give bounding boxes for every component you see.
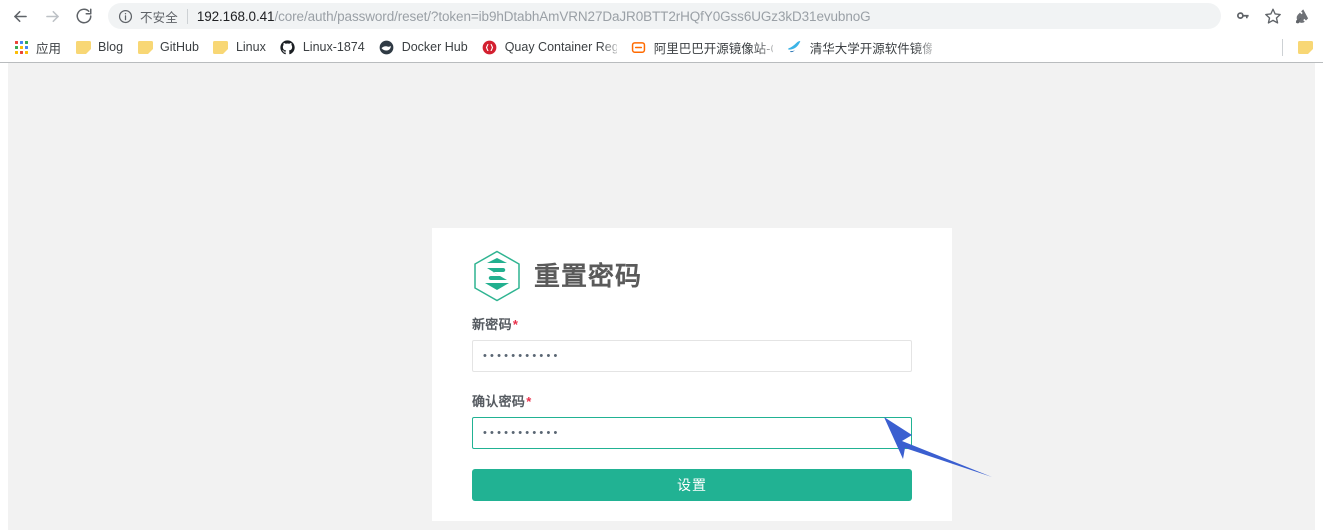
bookmark-label: 应用	[36, 41, 62, 56]
bookmark-linux-folder[interactable]: Linux	[206, 35, 273, 59]
new-password-input[interactable]: •••••••••••	[472, 340, 912, 372]
confirm-password-input[interactable]: •••••••••••	[472, 417, 912, 449]
bookmark-aliyun-mirror[interactable]: 阿里巴巴开源镜像站-OPSX镜像站	[624, 35, 780, 59]
bookmarks-overflow-folder[interactable]	[1291, 35, 1319, 59]
bookmark-star-icon[interactable]	[1259, 2, 1287, 30]
bookmark-label: Docker Hub	[401, 40, 468, 54]
omnibox-divider	[186, 8, 188, 24]
new-password-masked-value: •••••••••••	[483, 349, 561, 362]
bookmark-tuna-mirror[interactable]: 清华大学开源软件镜像站	[780, 35, 939, 59]
extension-satellite-icon[interactable]	[1289, 2, 1317, 30]
bookmark-linux-1874[interactable]: Linux-1874	[273, 35, 372, 59]
bookmark-label: 清华大学开源软件镜像站	[809, 41, 932, 56]
url-text[interactable]: 192.168.0.41/core/auth/password/reset/?t…	[197, 9, 1211, 24]
bookmark-github-folder[interactable]: GitHub	[130, 35, 206, 59]
info-circle-icon[interactable]	[118, 9, 133, 24]
fit2cloud-hexagon-logo-icon	[472, 250, 522, 302]
aliyun-icon	[631, 39, 647, 55]
required-asterisk: *	[512, 317, 519, 332]
arrow-right-icon	[43, 7, 62, 26]
confirm-password-masked-value: •••••••••••	[483, 426, 561, 439]
bookmark-apps[interactable]: 应用	[6, 35, 68, 59]
new-password-label: 新密码*	[472, 314, 912, 333]
bookmarks-divider	[1282, 38, 1283, 56]
back-button[interactable]	[6, 2, 34, 30]
folder-icon	[75, 39, 91, 55]
browser-chrome: 不安全 192.168.0.41/core/auth/password/rese…	[0, 0, 1323, 62]
required-asterisk: *	[526, 394, 532, 409]
toolbar-right-actions	[1227, 2, 1317, 30]
card-header: 重置密码	[472, 250, 932, 302]
field-group-new-password: 新密码* •••••••••••	[472, 314, 912, 372]
confirm-password-label-text: 确认密码	[472, 394, 526, 409]
browser-toolbar: 不安全 192.168.0.41/core/auth/password/rese…	[0, 0, 1323, 32]
folder-icon	[137, 39, 153, 55]
bookmarks-bar: 应用 Blog GitHub Linux Linux-1874 Docker H…	[0, 32, 1323, 62]
folder-icon	[213, 39, 229, 55]
arrow-left-icon	[11, 7, 30, 26]
docker-icon	[379, 39, 395, 55]
submit-button[interactable]: 设置	[472, 469, 912, 501]
quay-icon	[482, 39, 498, 55]
page-title: 重置密码	[534, 261, 643, 291]
omnibox[interactable]: 不安全 192.168.0.41/core/auth/password/rese…	[108, 3, 1221, 29]
bookmark-blog[interactable]: Blog	[68, 35, 130, 59]
security-status-label: 不安全	[140, 10, 178, 25]
bookmark-label: Blog	[98, 40, 124, 54]
bookmark-label: Linux-1874	[302, 40, 365, 54]
reload-button[interactable]	[70, 2, 98, 30]
url-path: /core/auth/password/reset/?token=ib9hDta…	[274, 8, 871, 24]
field-spacer	[452, 372, 932, 391]
confirm-password-label: 确认密码*	[472, 391, 912, 410]
password-key-icon[interactable]	[1229, 2, 1257, 30]
bookmark-quay-container-registry[interactable]: Quay Container Registry	[475, 35, 624, 59]
bookmark-label: GitHub	[160, 40, 199, 54]
new-password-label-text: 新密码	[472, 317, 512, 332]
reset-password-card: 重置密码 新密码* ••••••••••• 确认密码* ••••••••••• …	[432, 228, 952, 521]
folder-icon	[1297, 39, 1313, 55]
forward-button[interactable]	[38, 2, 66, 30]
tuna-icon	[787, 39, 803, 55]
bookmark-label: Quay Container Registry	[504, 40, 617, 54]
page-viewport: 重置密码 新密码* ••••••••••• 确认密码* ••••••••••• …	[0, 62, 1323, 530]
bookmark-label: 阿里巴巴开源镜像站-OPSX镜像站	[653, 41, 773, 56]
reload-icon	[75, 7, 93, 25]
github-icon	[280, 39, 296, 55]
bookmark-label: Linux	[235, 40, 266, 54]
bookmark-docker-hub[interactable]: Docker Hub	[372, 35, 475, 59]
apps-grid-icon	[13, 39, 29, 55]
field-group-confirm-password: 确认密码* •••••••••••	[472, 391, 912, 449]
url-host: 192.168.0.41	[196, 8, 275, 24]
